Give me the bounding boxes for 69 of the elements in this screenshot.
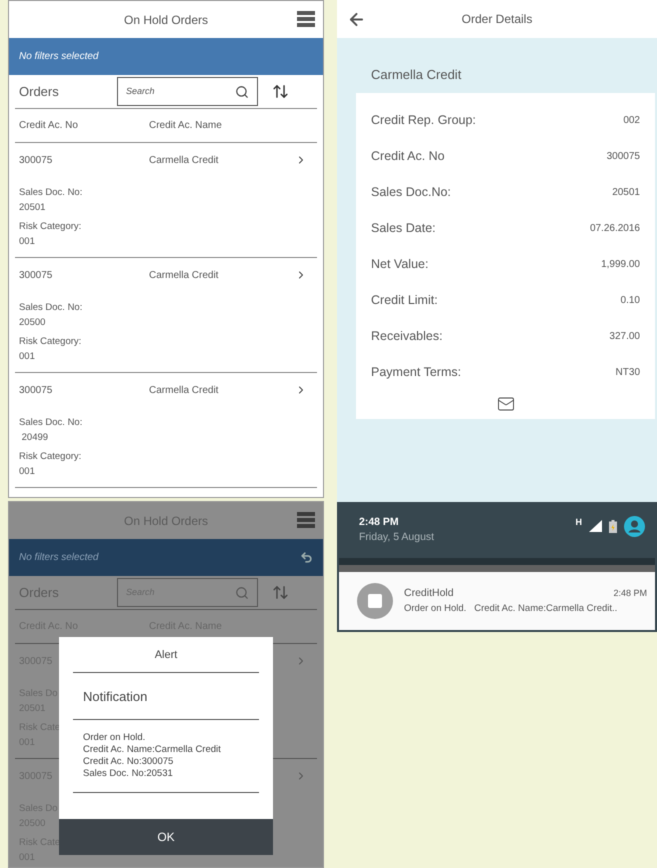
field-label: Sales Doc.No: xyxy=(371,184,451,202)
list-title: Orders xyxy=(18,82,60,101)
account-icon[interactable] xyxy=(624,516,645,536)
account-name: Carmella Credit xyxy=(149,384,218,398)
field-label: Risk Category: xyxy=(19,335,82,349)
field-value: 001 xyxy=(19,235,35,249)
dialog-title: Alert xyxy=(154,648,178,663)
account-name: Carmella Credit xyxy=(149,154,218,168)
account-number: 300075 xyxy=(19,384,52,398)
status-time: 2:48 PM xyxy=(359,515,400,530)
field-value: NT30 xyxy=(616,366,640,380)
field-value: 001 xyxy=(19,350,35,364)
account-number: 300075 xyxy=(19,268,52,282)
notification-time: 2:48 PM xyxy=(613,587,647,600)
order-row[interactable]: 300075 Carmella Credit Sales Doc. No: 20501 Risk Category: 001 xyxy=(15,143,317,258)
field-label: Credit Limit: xyxy=(371,292,438,310)
sort-icon[interactable] xyxy=(272,83,289,100)
app-icon xyxy=(357,583,393,619)
mail-icon[interactable] xyxy=(496,394,514,412)
field-value: 07.26.2016 xyxy=(590,222,640,236)
field-value: 20501 xyxy=(19,201,46,215)
network-type: H xyxy=(576,516,582,530)
order-row[interactable]: 300075 Carmella Credit Sales Doc. No: 20500 Risk Category: 001 xyxy=(15,258,317,373)
field-label: Net Value: xyxy=(371,256,428,274)
search-field[interactable]: Search xyxy=(117,77,258,106)
column-header: Credit Ac. No xyxy=(18,119,79,133)
back-arrow-icon[interactable] xyxy=(347,10,366,29)
search-input[interactable]: Search xyxy=(126,84,226,98)
dialog-heading: Notification xyxy=(83,688,148,706)
filter-status: No filters selected xyxy=(19,50,98,64)
field-value: 20499 xyxy=(20,431,48,445)
menu-icon[interactable] xyxy=(297,11,315,27)
account-name: Carmella Credit xyxy=(149,268,218,282)
account-number: 300075 xyxy=(19,154,52,168)
notification-app-name: CreditHold xyxy=(404,586,454,601)
field-label: Credit Ac. No xyxy=(371,148,445,166)
signal-icon xyxy=(589,520,602,532)
field-value: 327.00 xyxy=(609,330,640,344)
order-row[interactable]: 300075 Carmella Credit Sales Doc. No: 20499 Risk Category: 001 xyxy=(15,373,317,488)
alert-message: Order on Hold. Credit Ac. Name:Carmella Credit Credit Ac. No:300075 Sales Doc. No:20531 xyxy=(73,720,259,794)
field-value: 0.10 xyxy=(620,294,640,308)
customer-name: Carmella Credit xyxy=(371,66,462,84)
field-label: Sales Doc. No: xyxy=(19,301,82,315)
field-label: Sales Doc. No: xyxy=(19,186,82,200)
field-label: Payment Terms: xyxy=(371,364,462,382)
field-value: 1,999.00 xyxy=(601,258,640,272)
undo-icon[interactable] xyxy=(300,551,313,564)
field-value: 20501 xyxy=(612,186,640,200)
field-value: 300075 xyxy=(606,150,640,164)
field-value: 001 xyxy=(19,465,35,479)
search-icon[interactable] xyxy=(235,84,249,98)
filter-status: No filters selected xyxy=(19,551,98,566)
battery-icon xyxy=(609,520,617,532)
notification-text: Order on Hold. Credit Ac. Name:Carmella Credit.. xyxy=(404,602,618,616)
field-label: Sales Doc. No: xyxy=(19,416,82,430)
screen-title: Order Details xyxy=(462,11,532,28)
field-label: Risk Category: xyxy=(19,220,82,234)
field-label: Risk Category: xyxy=(19,450,82,464)
field-label: Sales Date: xyxy=(371,220,436,238)
field-value: 20500 xyxy=(19,316,46,330)
ok-button[interactable]: OK xyxy=(59,819,273,856)
menu-icon[interactable] xyxy=(297,512,315,528)
field-label: Receivables: xyxy=(371,328,443,346)
column-header: Credit Ac. Name xyxy=(149,119,222,133)
notification-card[interactable]: CreditHold 2:48 PM Order on Hold. Credit Ac. Name:Carmella Credit.. xyxy=(339,572,655,630)
screen-title: On Hold Orders xyxy=(124,12,208,28)
field-value: 002 xyxy=(623,114,640,128)
field-label: Credit Rep. Group: xyxy=(371,112,476,130)
status-date: Friday, 5 August xyxy=(359,530,434,545)
